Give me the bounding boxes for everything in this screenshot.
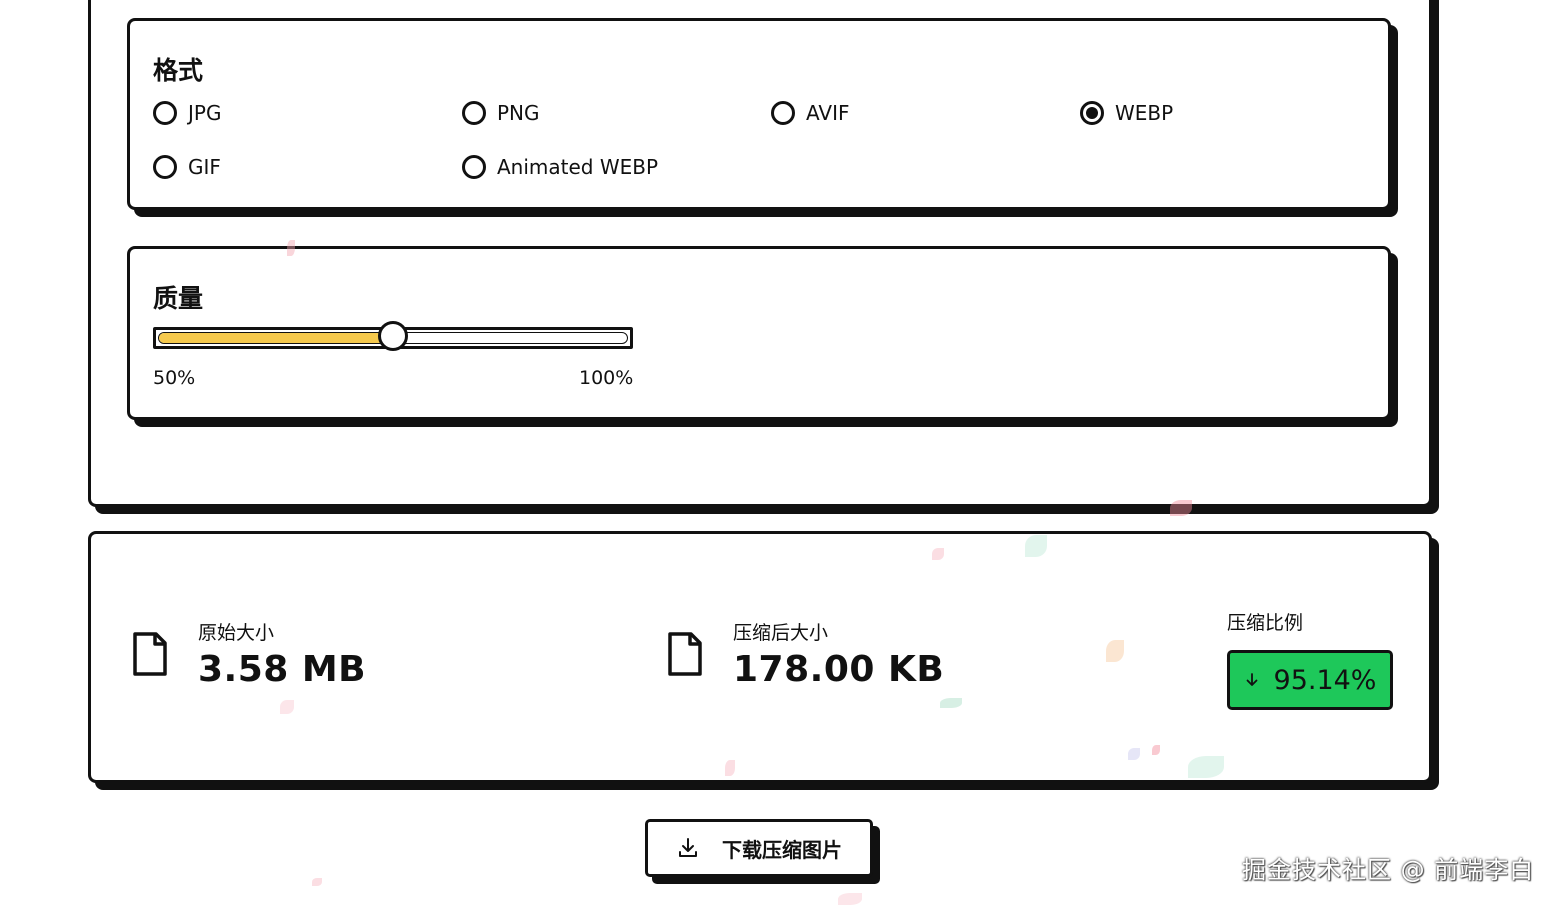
petal-decoration — [940, 698, 962, 708]
arrow-down-icon — [1246, 673, 1257, 686]
slider-min-label: 50% — [153, 367, 196, 389]
slider-max-label: 100% — [579, 367, 634, 389]
petal-decoration — [287, 240, 295, 256]
radio-png[interactable]: PNG — [462, 101, 540, 125]
radio-label: PNG — [497, 101, 540, 125]
format-title: 格式 — [153, 56, 204, 85]
download-button[interactable]: 下载压缩图片 — [645, 819, 873, 877]
petal-decoration — [838, 893, 862, 905]
petal-decoration — [1106, 640, 1124, 662]
radio-avif[interactable]: AVIF — [771, 101, 850, 125]
slider-thumb[interactable] — [378, 321, 408, 351]
original-size-label: 原始大小 — [198, 622, 275, 644]
petal-decoration — [312, 878, 322, 886]
radio-circle[interactable] — [771, 101, 795, 125]
petal-decoration — [280, 700, 294, 714]
file-icon — [668, 632, 702, 676]
petal-decoration — [1152, 745, 1160, 755]
format-card: 格式 JPG PNG AVIF WEBP GIF Animated WEBP — [127, 18, 1391, 210]
compressed-size-value: 178.00 KB — [733, 649, 945, 690]
original-size-stat: 原始大小 3.58 MB — [132, 618, 366, 690]
petal-decoration — [1025, 535, 1047, 557]
quality-card: 质量 50% 100% — [127, 246, 1391, 420]
radio-gif[interactable]: GIF — [153, 155, 221, 179]
radio-animated-webp[interactable]: Animated WEBP — [462, 155, 658, 179]
watermark: 掘金技术社区 @ 前端李白 — [1242, 856, 1535, 884]
radio-label: GIF — [188, 155, 221, 179]
radio-jpg[interactable]: JPG — [153, 101, 221, 125]
quality-title: 质量 — [153, 284, 204, 313]
radio-label: AVIF — [806, 101, 850, 125]
radio-circle[interactable] — [462, 101, 486, 125]
compression-ratio-badge: 95.14% — [1227, 650, 1393, 710]
compressed-size-label: 压缩后大小 — [733, 622, 829, 644]
radio-webp[interactable]: WEBP — [1080, 101, 1173, 125]
petal-decoration — [1128, 748, 1140, 760]
slider-fill — [159, 333, 393, 343]
radio-label: WEBP — [1115, 101, 1174, 125]
petal-decoration — [1170, 500, 1192, 516]
download-icon — [679, 838, 697, 857]
compression-ratio-label: 压缩比例 — [1227, 612, 1304, 634]
quality-slider[interactable] — [153, 321, 633, 351]
petal-decoration — [1188, 756, 1224, 778]
radio-circle-selected[interactable] — [1080, 101, 1104, 125]
compressed-size-stat: 压缩后大小 178.00 KB — [667, 618, 944, 690]
radio-circle[interactable] — [153, 155, 177, 179]
radio-circle[interactable] — [462, 155, 486, 179]
radio-circle[interactable] — [153, 101, 177, 125]
original-size-value: 3.58 MB — [198, 649, 367, 690]
radio-label: JPG — [188, 101, 222, 125]
radio-label: Animated WEBP — [497, 155, 659, 179]
result-card: 原始大小 3.58 MB 压缩后大小 178.00 KB 压缩比例 95.14% — [88, 531, 1432, 783]
compression-ratio-value: 95.14% — [1273, 664, 1377, 696]
download-button-label: 下载压缩图片 — [722, 837, 842, 862]
petal-decoration — [932, 548, 944, 560]
file-icon — [133, 632, 167, 676]
petal-decoration — [725, 760, 735, 776]
